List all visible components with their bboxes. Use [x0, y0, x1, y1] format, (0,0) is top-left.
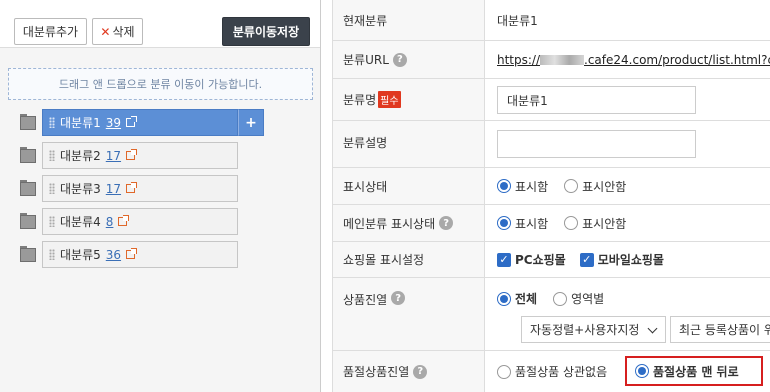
- main-hide-radio[interactable]: 표시안함: [564, 215, 626, 232]
- help-icon[interactable]: ?: [391, 291, 406, 305]
- row-category-name: 분류명 필수 대분류1: [333, 79, 770, 121]
- folder-icon: [20, 147, 36, 163]
- main-display-header: 메인분류 표시상태?: [333, 205, 485, 241]
- category-count-link[interactable]: 36: [106, 248, 121, 262]
- soldout-arrangement-header: 품절상품진열?: [333, 351, 485, 392]
- category-url-header: 분류URL?: [333, 41, 485, 78]
- drag-drop-hint: 드래그 앤 드롭으로 분류 이동이 가능합니다.: [8, 68, 313, 100]
- folder-icon: [20, 180, 36, 196]
- tree-node-item[interactable]: 대분류2 17: [42, 142, 238, 169]
- delete-button[interactable]: ✕ 삭제: [92, 18, 143, 45]
- drag-handle-icon[interactable]: [49, 216, 55, 227]
- category-label: 대분류5: [60, 248, 101, 262]
- external-link-icon[interactable]: [126, 248, 138, 259]
- row-mall-display: 쇼핑몰 표시설정 ✓ PC쇼핑몰 ✓ 모바일쇼핑몰: [333, 242, 770, 278]
- arrange-area-radio[interactable]: 영역별: [553, 290, 604, 307]
- tree-node: 대분류3 17: [20, 175, 320, 202]
- row-main-display-status: 메인분류 표시상태? 표시함 표시안함: [333, 205, 770, 242]
- current-category-value: 대분류1: [497, 13, 538, 28]
- drag-handle-icon[interactable]: [49, 183, 55, 194]
- category-label: 대분류3: [60, 182, 101, 196]
- tree-node-item[interactable]: 대분류3 17: [42, 175, 238, 202]
- row-category-url: 분류URL? https://.cafe24.com/product/list.…: [333, 41, 770, 79]
- save-category-move-button[interactable]: 분류이동저장: [222, 17, 310, 46]
- row-display-status: 표시상태 표시함 표시안함: [333, 168, 770, 205]
- row-product-arrangement: 상품진열? 전체 영역별 자동정렬+사용자지정 최근 등록상품이 위: [333, 278, 770, 351]
- display-show-radio[interactable]: 표시함: [497, 178, 548, 195]
- tree-node: 대분류4 8: [20, 208, 320, 235]
- category-description-input[interactable]: [497, 130, 696, 158]
- category-label: 대분류1: [60, 116, 101, 130]
- category-tree: 드래그 앤 드롭으로 분류 이동이 가능합니다. 대분류1 39 + 대분류2 …: [0, 48, 320, 392]
- folder-icon: [20, 213, 36, 229]
- help-icon[interactable]: ?: [413, 364, 428, 379]
- row-current-category: 현재분류 대분류1: [333, 0, 770, 41]
- category-count-link[interactable]: 8: [106, 215, 114, 229]
- drag-handle-icon[interactable]: [49, 117, 55, 128]
- folder-icon: [20, 246, 36, 262]
- category-url-link[interactable]: https://.cafe24.com/product/list.html?ca…: [497, 53, 770, 67]
- external-link-icon[interactable]: [126, 182, 138, 193]
- sort-order-select[interactable]: 최근 등록상품이 위: [670, 316, 770, 343]
- main-show-radio[interactable]: 표시함: [497, 215, 548, 232]
- add-top-category-button[interactable]: 대분류추가: [14, 18, 87, 45]
- category-tree-panel: 대분류추가 ✕ 삭제 분류이동저장 드래그 앤 드롭으로 분류 이동이 가능합니다…: [0, 0, 321, 392]
- tree-node: 대분류5 36: [20, 241, 320, 268]
- pc-mall-checkbox[interactable]: ✓ PC쇼핑몰: [497, 251, 566, 268]
- category-count-link[interactable]: 17: [106, 182, 121, 196]
- tree-node-item[interactable]: 대분류5 36: [42, 241, 238, 268]
- category-label: 대분류4: [60, 215, 101, 229]
- external-link-icon[interactable]: [126, 149, 138, 160]
- category-count-link[interactable]: 17: [106, 149, 121, 163]
- category-count-link[interactable]: 39: [106, 116, 121, 130]
- checkmark-icon: ✓: [497, 252, 511, 267]
- required-badge: 필수: [378, 91, 401, 108]
- category-label: 대분류2: [60, 149, 101, 163]
- display-hide-radio[interactable]: 표시안함: [564, 178, 626, 195]
- soldout-ignore-radio[interactable]: 품절상품 상관없음: [497, 363, 607, 380]
- external-link-icon[interactable]: [126, 116, 138, 127]
- category-description-label: 분류설명: [333, 121, 485, 167]
- current-category-label: 현재분류: [333, 0, 485, 40]
- category-url-cell: https://.cafe24.com/product/list.html?ca…: [485, 41, 770, 78]
- drag-handle-icon[interactable]: [49, 150, 55, 161]
- folder-icon: [20, 114, 36, 130]
- display-status-label: 표시상태: [333, 168, 485, 204]
- category-name-header: 분류명 필수: [333, 79, 485, 120]
- close-icon: ✕: [100, 24, 111, 39]
- redacted-domain: [540, 55, 585, 65]
- product-arrangement-header: 상품진열?: [333, 278, 485, 350]
- checkmark-icon: ✓: [579, 252, 594, 267]
- category-name-input[interactable]: 대분류1: [497, 86, 696, 114]
- tree-node: 대분류1 39 +: [20, 109, 320, 136]
- category-detail-form: 현재분류 대분류1 분류URL? https://.cafe24.com/pro…: [332, 0, 770, 392]
- tree-toolbar: 대분류추가 ✕ 삭제 분류이동저장: [0, 0, 320, 48]
- row-category-description: 분류설명: [333, 121, 770, 168]
- help-icon[interactable]: ?: [439, 216, 454, 230]
- chevron-down-icon: [647, 323, 658, 334]
- drag-handle-icon[interactable]: [49, 249, 55, 260]
- tree-node: 대분류2 17: [20, 142, 320, 169]
- arrange-all-radio[interactable]: 전체: [497, 290, 537, 307]
- tree-node-item-active[interactable]: 대분류1 39: [42, 109, 238, 136]
- help-icon[interactable]: ?: [392, 52, 407, 67]
- external-link-icon[interactable]: [118, 215, 130, 226]
- tree-node-item[interactable]: 대분류4 8: [42, 208, 238, 235]
- add-subcategory-button[interactable]: +: [238, 109, 264, 136]
- mall-display-label: 쇼핑몰 표시설정: [333, 242, 485, 277]
- arrangement-type-select[interactable]: 자동정렬+사용자지정: [521, 316, 666, 343]
- soldout-back-radio[interactable]: 품절상품 맨 뒤로: [625, 356, 763, 386]
- mobile-mall-checkbox[interactable]: ✓ 모바일쇼핑몰: [579, 251, 664, 268]
